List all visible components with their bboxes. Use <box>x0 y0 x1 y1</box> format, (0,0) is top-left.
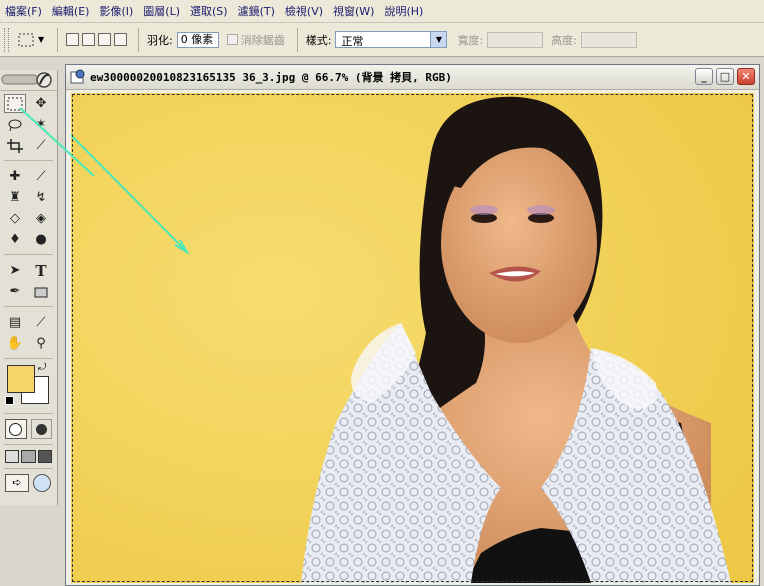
height-input[interactable] <box>580 31 637 48</box>
magic-wand-icon[interactable]: ✶ <box>30 115 52 134</box>
type-icon[interactable]: T <box>30 261 52 280</box>
toolbox-header[interactable] <box>0 70 57 91</box>
blur-icon[interactable]: ♦ <box>4 230 26 249</box>
eraser-icon[interactable]: ◇ <box>4 209 26 228</box>
notes-icon[interactable]: ▤ <box>4 313 26 332</box>
style-label: 樣式: <box>305 33 332 47</box>
height-label: 高度: <box>551 33 577 47</box>
divider <box>4 444 53 445</box>
web-icon[interactable] <box>33 474 51 492</box>
slice-icon[interactable]: ⟋ <box>30 136 52 155</box>
minimize-icon: _ <box>701 70 707 83</box>
menu-layer[interactable]: 圖層(L) <box>138 3 185 19</box>
color-swatches: ⤾ <box>0 362 57 410</box>
jump-to-imageready-icon[interactable]: ➪ <box>5 474 29 492</box>
antialias-checkbox[interactable] <box>226 34 238 45</box>
move-icon[interactable]: ✥ <box>30 94 52 113</box>
antialias-label: 消除鋸齒 <box>240 33 285 47</box>
document-window: ew30000020010823165135 36_3.jpg @ 66.7% … <box>65 64 760 586</box>
new-selection-button[interactable] <box>66 33 79 46</box>
tool-preset-picker[interactable]: ▼ <box>17 32 49 48</box>
minimize-button[interactable]: _ <box>695 68 713 85</box>
standard-screen-icon[interactable] <box>5 450 20 463</box>
toolbox: ✥ ✶ ⟋ ✚ ⟋ ♜ ↯ ◇ ◈ ♦ ● ➤ T ✒ ▤ ⟋ ✋ ⚲ ⤾ ➪ <box>0 70 58 505</box>
menu-help[interactable]: 說明(H) <box>379 3 428 19</box>
document-title: ew30000020010823165135 36_3.jpg @ 66.7% … <box>90 71 452 84</box>
feather-input[interactable]: 0 像素 <box>176 31 219 48</box>
swap-colors-icon[interactable]: ⤾ <box>38 362 46 373</box>
style-value: 正常 <box>341 35 364 48</box>
divider <box>4 468 53 469</box>
width-input[interactable] <box>487 31 544 48</box>
menu-select[interactable]: 選取(S) <box>185 3 233 19</box>
add-selection-button[interactable] <box>82 33 95 46</box>
history-brush-icon[interactable]: ↯ <box>30 188 52 207</box>
zoom-icon[interactable]: ⚲ <box>30 334 52 353</box>
photo <box>71 93 754 583</box>
close-button[interactable]: ✕ <box>737 68 755 85</box>
divider <box>4 358 53 359</box>
brush-icon[interactable]: ⟋ <box>30 167 52 186</box>
crop-icon[interactable] <box>4 136 26 155</box>
quick-mask-button[interactable] <box>30 419 52 439</box>
options-bar: ▼ 羽化: 0 像素 消除鋸齒 樣式: 正常 ▼ 寬度: 高度: <box>0 23 764 57</box>
chevron-down-icon: ▼ <box>38 35 45 44</box>
maximize-icon: □ <box>719 70 731 83</box>
healing-brush-icon[interactable]: ✚ <box>4 167 26 186</box>
close-icon: ✕ <box>741 70 751 83</box>
clone-stamp-icon[interactable]: ♜ <box>4 188 26 207</box>
options-bar-grip[interactable] <box>4 27 9 52</box>
maximize-button[interactable]: □ <box>716 68 734 85</box>
shape-icon[interactable] <box>30 282 52 301</box>
divider <box>296 27 298 52</box>
foreground-color-swatch[interactable] <box>7 365 35 393</box>
document-icon <box>70 69 85 84</box>
divider <box>4 306 53 307</box>
rect-marquee-icon <box>18 33 34 46</box>
rect-marquee-icon[interactable] <box>4 94 26 113</box>
lasso-icon[interactable] <box>4 115 26 134</box>
default-colors-icon[interactable] <box>5 396 14 405</box>
menu-view[interactable]: 檢視(V) <box>280 3 328 19</box>
quick-mask-icon <box>35 423 47 435</box>
menu-bar: 檔案(F) 編輯(E) 影像(I) 圖層(L) 選取(S) 濾鏡(T) 檢視(V… <box>0 0 764 23</box>
standard-mode-icon <box>9 422 23 436</box>
divider <box>138 27 139 52</box>
divider <box>4 413 53 414</box>
full-screen-menu-icon[interactable] <box>21 450 36 463</box>
divider <box>4 254 53 255</box>
divider <box>57 27 58 52</box>
menu-window[interactable]: 視窗(W) <box>328 3 379 19</box>
dodge-icon[interactable]: ● <box>30 230 52 249</box>
hand-icon[interactable]: ✋ <box>4 334 26 353</box>
menu-filter[interactable]: 濾鏡(T) <box>233 3 280 19</box>
style-select[interactable]: 正常 ▼ <box>335 31 448 48</box>
image-canvas[interactable] <box>71 93 754 583</box>
document-titlebar[interactable]: ew30000020010823165135 36_3.jpg @ 66.7% … <box>66 65 759 90</box>
chevron-down-icon: ▼ <box>430 32 447 47</box>
subtract-selection-button[interactable] <box>98 33 111 46</box>
path-select-icon[interactable]: ➤ <box>4 261 26 280</box>
intersect-selection-button[interactable] <box>114 33 127 46</box>
width-label: 寬度: <box>457 33 484 47</box>
paint-bucket-icon[interactable]: ◈ <box>30 209 52 228</box>
full-screen-icon[interactable] <box>37 450 52 463</box>
feather-label: 羽化: <box>147 33 173 47</box>
menu-image[interactable]: 影像(I) <box>94 3 138 19</box>
divider <box>4 160 53 161</box>
pen-icon[interactable]: ✒ <box>4 282 26 301</box>
standard-mode-button[interactable] <box>5 419 27 439</box>
menu-edit[interactable]: 編輯(E) <box>47 3 95 19</box>
eyedropper-icon[interactable]: ⟋ <box>30 313 52 332</box>
feather-logo-icon <box>1 72 52 88</box>
menu-file[interactable]: 檔案(F) <box>0 3 47 19</box>
